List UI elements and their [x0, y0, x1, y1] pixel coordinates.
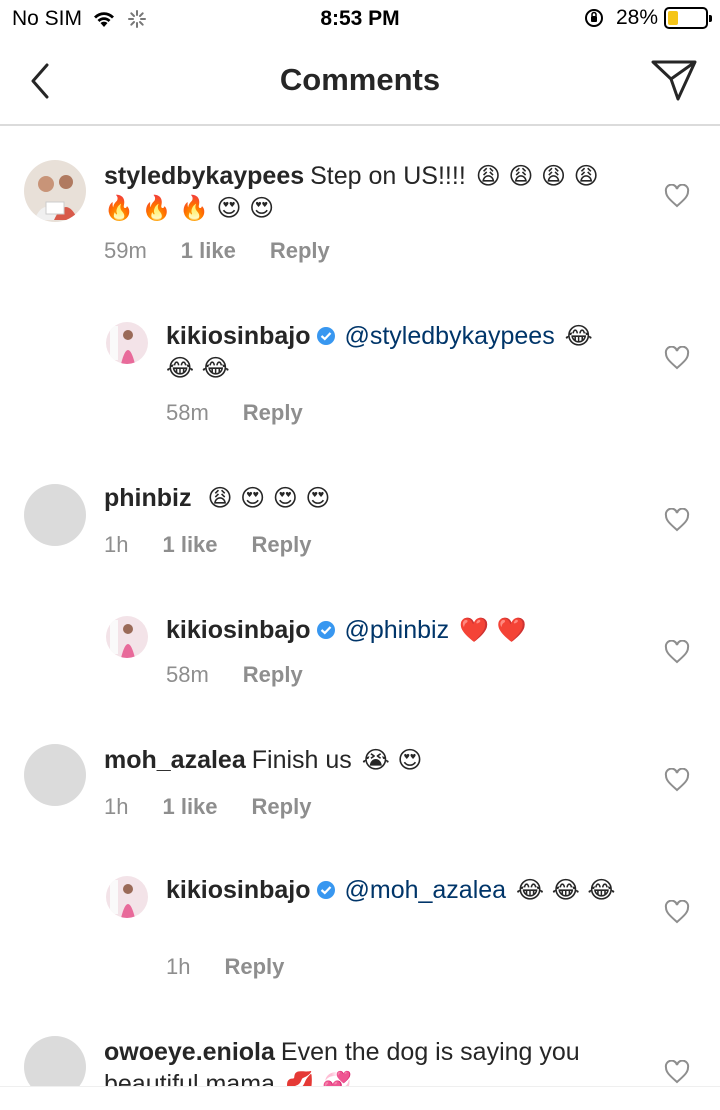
comment-emojis: 😩 😍 😍 😍: [207, 484, 331, 512]
avatar[interactable]: [106, 616, 148, 658]
status-right: 28%: [584, 6, 712, 30]
comment-likes[interactable]: 1 like: [162, 794, 217, 820]
comment-meta: 1h 1 like Reply: [104, 532, 311, 558]
comment-username[interactable]: kikiosinbajo: [166, 616, 310, 644]
comment-username[interactable]: kikiosinbajo: [166, 322, 310, 350]
comment-time: 1h: [104, 532, 129, 557]
comment-time: 59m: [104, 238, 147, 263]
battery-fill: [668, 11, 679, 25]
comment-time: 58m: [166, 662, 209, 687]
avatar[interactable]: [106, 322, 148, 364]
comment-username[interactable]: styledbykaypees: [104, 162, 304, 190]
verified-badge-icon: [317, 881, 336, 899]
comment-likes[interactable]: 1 like: [181, 238, 236, 264]
reply-button[interactable]: Reply: [224, 954, 284, 980]
comment-reply-item: kikiosinbajo @styledbykaypees 😂 😂 😂 58m R…: [0, 296, 720, 436]
like-heart-icon[interactable]: [664, 1060, 690, 1084]
comment-emojis: 😭 😍: [361, 746, 423, 774]
comment-meta: 59m 1 like Reply: [104, 238, 330, 264]
comment-meta: 1h Reply: [166, 954, 284, 980]
comment-username[interactable]: kikiosinbajo: [166, 876, 310, 904]
status-bar: No SIM 8:53 PM 28%: [0, 0, 720, 40]
comment-likes[interactable]: 1 like: [162, 532, 217, 558]
comment-mention[interactable]: @moh_azalea: [344, 876, 506, 904]
avatar[interactable]: [24, 160, 86, 222]
bottom-bar: [0, 1086, 720, 1110]
comment-username[interactable]: moh_azalea: [104, 746, 246, 774]
comment-emojis: ❤️ ❤️: [459, 616, 527, 644]
avatar[interactable]: [24, 1036, 86, 1086]
reply-button[interactable]: Reply: [243, 400, 303, 426]
comment-text: phinbiz 😩 😍 😍 😍: [104, 482, 624, 514]
reply-button[interactable]: Reply: [243, 662, 303, 688]
comment-reply-item: kikiosinbajo @moh_azalea 😂 😂 😂 1h Reply: [0, 850, 720, 1000]
comment-meta: 58m Reply: [166, 662, 303, 688]
comment-mention[interactable]: @phinbiz: [344, 616, 449, 644]
comment-meta: 58m Reply: [166, 400, 303, 426]
comment-emojis: 😂 😂 😂: [516, 876, 616, 904]
avatar[interactable]: [106, 876, 148, 918]
send-icon: [651, 60, 697, 101]
like-heart-icon[interactable]: [664, 184, 690, 208]
comment-username[interactable]: owoeye.eniola: [104, 1038, 275, 1066]
comment-item: styledbykaypees Step on US!!!! 😩 😩 😩 😩 🔥 …: [0, 126, 720, 296]
comment-text: kikiosinbajo @styledbykaypees 😂 😂 😂: [166, 320, 606, 384]
comment-mention[interactable]: @styledbykaypees: [344, 322, 554, 350]
comment-text: styledbykaypees Step on US!!!! 😩 😩 😩 😩 🔥 …: [104, 160, 624, 224]
comment-message: Finish us: [251, 746, 352, 774]
comment-time: 1h: [104, 794, 129, 819]
comment-reply-item: kikiosinbajo @phinbiz ❤️ ❤️ 58m Reply: [0, 590, 720, 710]
comment-emojis: 💋 💞: [284, 1070, 353, 1086]
verified-badge-icon: [317, 327, 336, 345]
comment-time: 1h: [166, 954, 191, 979]
like-heart-icon[interactable]: [664, 768, 690, 792]
avatar-photo-icon: [106, 616, 148, 658]
comment-message: Step on US!!!!: [310, 162, 466, 190]
comment-text: kikiosinbajo @phinbiz ❤️ ❤️: [166, 614, 606, 646]
comment-meta: 1h 1 like Reply: [104, 794, 311, 820]
like-heart-icon[interactable]: [664, 900, 690, 924]
comment-text: owoeye.eniola Even the dog is saying you …: [104, 1036, 624, 1086]
reply-button[interactable]: Reply: [252, 794, 312, 820]
like-heart-icon[interactable]: [664, 346, 690, 370]
comment-text: moh_azalea Finish us 😭 😍: [104, 744, 624, 776]
comment-item: owoeye.eniola Even the dog is saying you …: [0, 1014, 720, 1086]
comment-username[interactable]: phinbiz: [104, 484, 191, 512]
reply-button[interactable]: Reply: [270, 238, 330, 264]
comment-item: moh_azalea Finish us 😭 😍 1h 1 like Reply: [0, 722, 720, 842]
nav-bar: Comments: [0, 40, 720, 126]
verified-badge-icon: [317, 621, 336, 639]
share-button[interactable]: [648, 54, 700, 106]
avatar-photo-icon: [106, 322, 148, 364]
like-heart-icon[interactable]: [664, 508, 690, 532]
comment-item: phinbiz 😩 😍 😍 😍 1h 1 like Reply: [0, 460, 720, 580]
reply-button[interactable]: Reply: [252, 532, 312, 558]
avatar[interactable]: [24, 744, 86, 806]
avatar[interactable]: [24, 484, 86, 546]
comment-time: 58m: [166, 400, 209, 425]
like-heart-icon[interactable]: [664, 640, 690, 664]
avatar-photo-icon: [106, 876, 148, 918]
page-title: Comments: [279, 62, 441, 97]
orientation-lock-icon: [584, 9, 603, 27]
battery-icon: [664, 7, 712, 29]
battery-percent: 28%: [615, 6, 658, 29]
avatar-photo-icon: [24, 160, 86, 222]
comment-text: kikiosinbajo @moh_azalea 😂 😂 😂: [166, 874, 616, 906]
